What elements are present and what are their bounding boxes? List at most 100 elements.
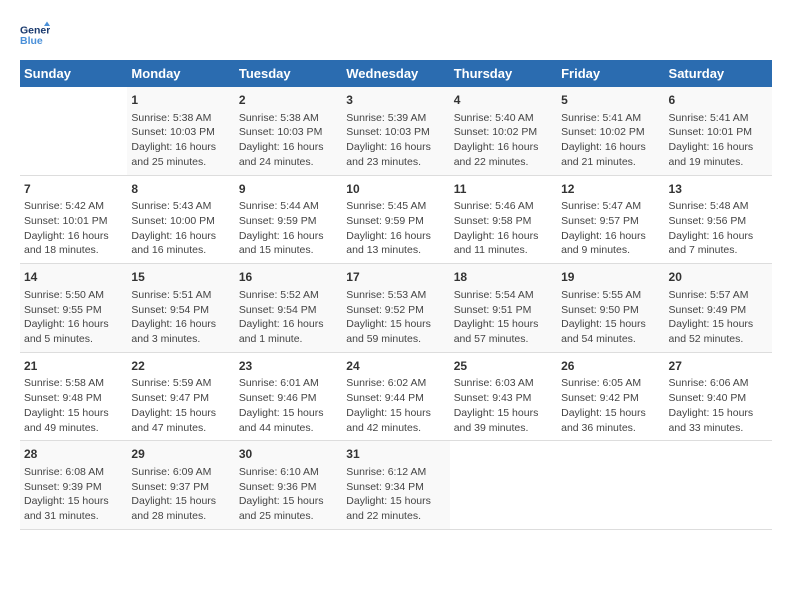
day-number: 16 [239,269,338,286]
sunrise-text: Sunrise: 6:06 AM [669,377,749,389]
daylight-text: Daylight: 16 hours and 21 minutes. [561,141,646,168]
day-number: 27 [669,358,768,375]
sunrise-text: Sunrise: 5:50 AM [24,289,104,301]
calendar-cell: 31 Sunrise: 6:12 AM Sunset: 9:34 PM Dayl… [342,441,449,530]
sunset-text: Sunset: 10:00 PM [131,215,214,227]
day-info: Sunrise: 5:48 AM Sunset: 9:56 PM Dayligh… [669,199,768,258]
sunset-text: Sunset: 10:02 PM [454,126,537,138]
calendar-cell: 9 Sunrise: 5:44 AM Sunset: 9:59 PM Dayli… [235,175,342,264]
page-header: General Blue [20,20,772,50]
calendar-cell: 7 Sunrise: 5:42 AM Sunset: 10:01 PM Dayl… [20,175,127,264]
daylight-text: Daylight: 16 hours and 23 minutes. [346,141,431,168]
day-number: 3 [346,92,445,109]
sunrise-text: Sunrise: 6:03 AM [454,377,534,389]
sunrise-text: Sunrise: 5:43 AM [131,200,211,212]
daylight-text: Daylight: 15 hours and 57 minutes. [454,318,539,345]
calendar-cell: 28 Sunrise: 6:08 AM Sunset: 9:39 PM Dayl… [20,441,127,530]
daylight-text: Daylight: 16 hours and 22 minutes. [454,141,539,168]
sunrise-text: Sunrise: 5:40 AM [454,112,534,124]
daylight-text: Daylight: 16 hours and 7 minutes. [669,230,754,257]
daylight-text: Daylight: 15 hours and 59 minutes. [346,318,431,345]
day-number: 31 [346,446,445,463]
day-number: 4 [454,92,553,109]
sunset-text: Sunset: 9:54 PM [239,304,317,316]
calendar-cell: 14 Sunrise: 5:50 AM Sunset: 9:55 PM Dayl… [20,264,127,353]
day-info: Sunrise: 5:53 AM Sunset: 9:52 PM Dayligh… [346,288,445,347]
day-number: 12 [561,181,660,198]
calendar-week-row: 28 Sunrise: 6:08 AM Sunset: 9:39 PM Dayl… [20,441,772,530]
sunrise-text: Sunrise: 5:48 AM [669,200,749,212]
day-info: Sunrise: 5:39 AM Sunset: 10:03 PM Daylig… [346,111,445,170]
sunset-text: Sunset: 9:59 PM [239,215,317,227]
day-info: Sunrise: 6:01 AM Sunset: 9:46 PM Dayligh… [239,376,338,435]
daylight-text: Daylight: 16 hours and 15 minutes. [239,230,324,257]
day-info: Sunrise: 5:51 AM Sunset: 9:54 PM Dayligh… [131,288,230,347]
sunset-text: Sunset: 9:46 PM [239,392,317,404]
sunrise-text: Sunrise: 5:46 AM [454,200,534,212]
col-friday: Friday [557,60,664,87]
day-info: Sunrise: 5:59 AM Sunset: 9:47 PM Dayligh… [131,376,230,435]
day-info: Sunrise: 5:45 AM Sunset: 9:59 PM Dayligh… [346,199,445,258]
day-info: Sunrise: 5:38 AM Sunset: 10:03 PM Daylig… [131,111,230,170]
calendar-table: Sunday Monday Tuesday Wednesday Thursday… [20,60,772,530]
daylight-text: Daylight: 15 hours and 33 minutes. [669,407,754,434]
daylight-text: Daylight: 16 hours and 25 minutes. [131,141,216,168]
sunset-text: Sunset: 9:57 PM [561,215,639,227]
calendar-cell: 26 Sunrise: 6:05 AM Sunset: 9:42 PM Dayl… [557,352,664,441]
sunrise-text: Sunrise: 5:41 AM [669,112,749,124]
calendar-cell: 4 Sunrise: 5:40 AM Sunset: 10:02 PM Dayl… [450,87,557,175]
day-info: Sunrise: 5:57 AM Sunset: 9:49 PM Dayligh… [669,288,768,347]
day-info: Sunrise: 6:03 AM Sunset: 9:43 PM Dayligh… [454,376,553,435]
sunrise-text: Sunrise: 6:01 AM [239,377,319,389]
day-info: Sunrise: 5:43 AM Sunset: 10:00 PM Daylig… [131,199,230,258]
logo-icon: General Blue [20,20,50,50]
day-number: 21 [24,358,123,375]
day-number: 29 [131,446,230,463]
calendar-cell: 19 Sunrise: 5:55 AM Sunset: 9:50 PM Dayl… [557,264,664,353]
calendar-cell: 15 Sunrise: 5:51 AM Sunset: 9:54 PM Dayl… [127,264,234,353]
day-info: Sunrise: 5:42 AM Sunset: 10:01 PM Daylig… [24,199,123,258]
calendar-cell: 20 Sunrise: 5:57 AM Sunset: 9:49 PM Dayl… [665,264,772,353]
calendar-cell: 11 Sunrise: 5:46 AM Sunset: 9:58 PM Dayl… [450,175,557,264]
calendar-cell: 1 Sunrise: 5:38 AM Sunset: 10:03 PM Dayl… [127,87,234,175]
day-info: Sunrise: 6:02 AM Sunset: 9:44 PM Dayligh… [346,376,445,435]
daylight-text: Daylight: 15 hours and 44 minutes. [239,407,324,434]
col-thursday: Thursday [450,60,557,87]
sunrise-text: Sunrise: 5:52 AM [239,289,319,301]
calendar-cell: 12 Sunrise: 5:47 AM Sunset: 9:57 PM Dayl… [557,175,664,264]
day-number: 6 [669,92,768,109]
col-tuesday: Tuesday [235,60,342,87]
sunset-text: Sunset: 9:55 PM [24,304,102,316]
sunset-text: Sunset: 9:37 PM [131,481,209,493]
calendar-cell: 23 Sunrise: 6:01 AM Sunset: 9:46 PM Dayl… [235,352,342,441]
sunset-text: Sunset: 9:40 PM [669,392,747,404]
daylight-text: Daylight: 15 hours and 28 minutes. [131,495,216,522]
day-number: 24 [346,358,445,375]
day-number: 17 [346,269,445,286]
sunset-text: Sunset: 9:54 PM [131,304,209,316]
sunset-text: Sunset: 10:01 PM [669,126,752,138]
daylight-text: Daylight: 16 hours and 16 minutes. [131,230,216,257]
sunset-text: Sunset: 10:03 PM [346,126,429,138]
sunrise-text: Sunrise: 5:58 AM [24,377,104,389]
calendar-cell: 5 Sunrise: 5:41 AM Sunset: 10:02 PM Dayl… [557,87,664,175]
day-number: 11 [454,181,553,198]
calendar-cell: 18 Sunrise: 5:54 AM Sunset: 9:51 PM Dayl… [450,264,557,353]
day-number: 2 [239,92,338,109]
daylight-text: Daylight: 16 hours and 11 minutes. [454,230,539,257]
day-number: 15 [131,269,230,286]
sunset-text: Sunset: 9:44 PM [346,392,424,404]
day-info: Sunrise: 5:55 AM Sunset: 9:50 PM Dayligh… [561,288,660,347]
sunrise-text: Sunrise: 6:02 AM [346,377,426,389]
calendar-week-row: 7 Sunrise: 5:42 AM Sunset: 10:01 PM Dayl… [20,175,772,264]
day-info: Sunrise: 5:41 AM Sunset: 10:01 PM Daylig… [669,111,768,170]
calendar-cell [557,441,664,530]
day-info: Sunrise: 5:47 AM Sunset: 9:57 PM Dayligh… [561,199,660,258]
day-info: Sunrise: 5:58 AM Sunset: 9:48 PM Dayligh… [24,376,123,435]
col-wednesday: Wednesday [342,60,449,87]
day-number: 18 [454,269,553,286]
daylight-text: Daylight: 15 hours and 52 minutes. [669,318,754,345]
calendar-cell: 29 Sunrise: 6:09 AM Sunset: 9:37 PM Dayl… [127,441,234,530]
daylight-text: Daylight: 16 hours and 9 minutes. [561,230,646,257]
logo: General Blue [20,20,50,50]
